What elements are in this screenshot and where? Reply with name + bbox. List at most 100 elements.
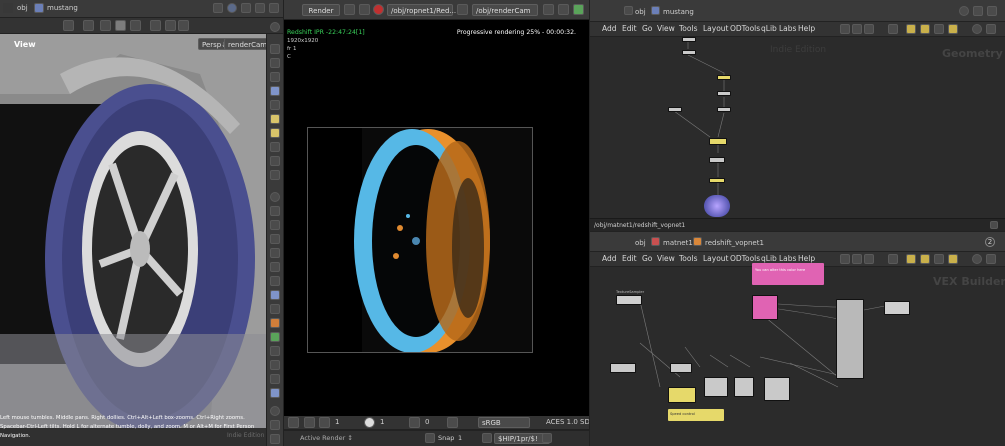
background-image-icon[interactable]: [934, 24, 944, 34]
region-icon[interactable]: [288, 417, 299, 428]
palette-icon[interactable]: [920, 24, 930, 34]
camera-icon[interactable]: [986, 254, 996, 264]
menu-add[interactable]: Add: [602, 252, 617, 266]
search-icon[interactable]: [972, 24, 982, 34]
zoom-badge[interactable]: 2: [985, 237, 995, 247]
node-vop-8[interactable]: [734, 377, 754, 397]
background-icon[interactable]: [270, 156, 280, 166]
exposure-value[interactable]: 1: [380, 418, 384, 426]
safe-area-icon[interactable]: [270, 170, 280, 180]
search-icon[interactable]: [972, 254, 982, 264]
menu-go[interactable]: Go: [642, 252, 652, 266]
network-bottom-tab[interactable]: /obj/matnet1/redshift_vopnet1: [594, 222, 685, 229]
network-bottom-path-vopnet[interactable]: redshift_vopnet1: [705, 239, 764, 247]
menu-tools[interactable]: Tools: [679, 252, 697, 266]
node-top-3[interactable]: [717, 75, 731, 80]
lut-icon[interactable]: [447, 417, 458, 428]
node-top-2[interactable]: [682, 50, 696, 55]
bone-icon[interactable]: [270, 374, 280, 384]
menu-layout[interactable]: Layout: [703, 22, 729, 36]
curve-icon[interactable]: [270, 262, 280, 272]
render-options-icon[interactable]: [573, 4, 584, 15]
wrench-icon[interactable]: [840, 24, 850, 34]
stop-icon[interactable]: [373, 4, 384, 15]
network-bottom-path-obj[interactable]: obj: [635, 239, 646, 247]
node-top-9[interactable]: [709, 178, 725, 183]
forward-icon[interactable]: [607, 237, 617, 247]
info-icon[interactable]: [270, 406, 280, 416]
display-tool-icon[interactable]: [165, 20, 176, 31]
note-icon[interactable]: [906, 254, 916, 264]
pane-menu-icon[interactable]: [990, 221, 998, 229]
menu-view[interactable]: View: [657, 22, 675, 36]
node-top-4[interactable]: [717, 91, 731, 96]
particle-icon[interactable]: [270, 318, 280, 328]
ipr-canvas[interactable]: Redshift IPR -22:47:24[1] 1920x1920 fr 1…: [284, 20, 589, 416]
camera-path-field[interactable]: /obj/renderCam: [472, 4, 538, 16]
menu-edit[interactable]: Edit: [622, 22, 637, 36]
ghost-icon[interactable]: [270, 142, 280, 152]
node-top-5[interactable]: [668, 107, 682, 112]
network-top-path-asset[interactable]: mustang: [663, 8, 694, 16]
save-icon[interactable]: [270, 434, 280, 444]
align-icon[interactable]: [852, 254, 862, 264]
node-vop-9[interactable]: [764, 377, 790, 401]
path-obj[interactable]: obj: [17, 4, 28, 12]
move-tool-icon[interactable]: [83, 20, 94, 31]
snapshot-icon[interactable]: [558, 4, 569, 15]
node-vop-1[interactable]: [616, 295, 642, 305]
lock-camera-icon[interactable]: [270, 58, 280, 68]
back-arrow-icon[interactable]: [3, 3, 13, 13]
pin-icon[interactable]: [213, 3, 223, 13]
help-icon[interactable]: [270, 22, 280, 32]
handle-tool-icon[interactable]: [150, 20, 161, 31]
edge-icon[interactable]: [270, 206, 280, 216]
menu-odtools[interactable]: ODTools: [730, 22, 760, 36]
add-tab-icon[interactable]: [711, 221, 719, 229]
camera-menu-button[interactable]: renderCam↓: [224, 38, 266, 50]
rotate-tool-icon[interactable]: [100, 20, 111, 31]
node-vop-6[interactable]: [670, 363, 692, 373]
pin-icon[interactable]: [959, 6, 969, 16]
menu-tools[interactable]: Tools: [679, 22, 697, 36]
scale-tool-icon[interactable]: [115, 20, 126, 31]
maximize-icon[interactable]: [255, 3, 265, 13]
note-icon[interactable]: [906, 24, 916, 34]
rop-select-icon[interactable]: [457, 4, 468, 15]
snap-icon[interactable]: [425, 433, 435, 443]
gamma-value[interactable]: 0: [425, 418, 429, 426]
render-button[interactable]: Render: [302, 4, 340, 16]
network-top-canvas[interactable]: Indie Edition Geometry: [590, 37, 1005, 218]
close-icon[interactable]: [269, 3, 279, 13]
light-bulb-icon[interactable]: [270, 128, 280, 138]
rop-path-field[interactable]: /obj/ropnet1/Red...: [387, 4, 456, 16]
palette-icon[interactable]: [920, 254, 930, 264]
menu-view[interactable]: View: [657, 252, 675, 266]
menu-help[interactable]: Help: [798, 22, 815, 36]
gamma-icon[interactable]: [409, 417, 420, 428]
refresh-icon[interactable]: [344, 4, 355, 15]
forward-icon[interactable]: [607, 6, 617, 16]
link-icon[interactable]: [973, 6, 983, 16]
node-vop-4[interactable]: [884, 301, 910, 315]
viewport-canvas[interactable]: View Persp↓ renderCam↓: [0, 34, 266, 428]
zoom-icon[interactable]: [304, 417, 315, 428]
layout-icon[interactable]: [241, 3, 251, 13]
grid-icon[interactable]: [864, 24, 874, 34]
node-top-7[interactable]: [709, 138, 727, 145]
node-vop-7[interactable]: [704, 377, 728, 397]
align-icon[interactable]: [852, 24, 862, 34]
network-bottom-canvas[interactable]: VEX Builder You can alter this color her…: [590, 263, 1005, 446]
camera-icon[interactable]: [986, 24, 996, 34]
fit-icon[interactable]: [319, 417, 330, 428]
camera-select-icon[interactable]: [543, 4, 554, 15]
link-icon[interactable]: [227, 3, 237, 13]
background-image-icon[interactable]: [934, 254, 944, 264]
node-top-8[interactable]: [709, 157, 725, 163]
menu-qlib[interactable]: qLib: [761, 22, 777, 36]
list-view-icon[interactable]: [888, 254, 898, 264]
vertex-icon[interactable]: [270, 234, 280, 244]
wrench-icon[interactable]: [840, 254, 850, 264]
output-options-icon[interactable]: [542, 433, 552, 443]
active-render-label[interactable]: Active Render ↕: [300, 434, 353, 442]
